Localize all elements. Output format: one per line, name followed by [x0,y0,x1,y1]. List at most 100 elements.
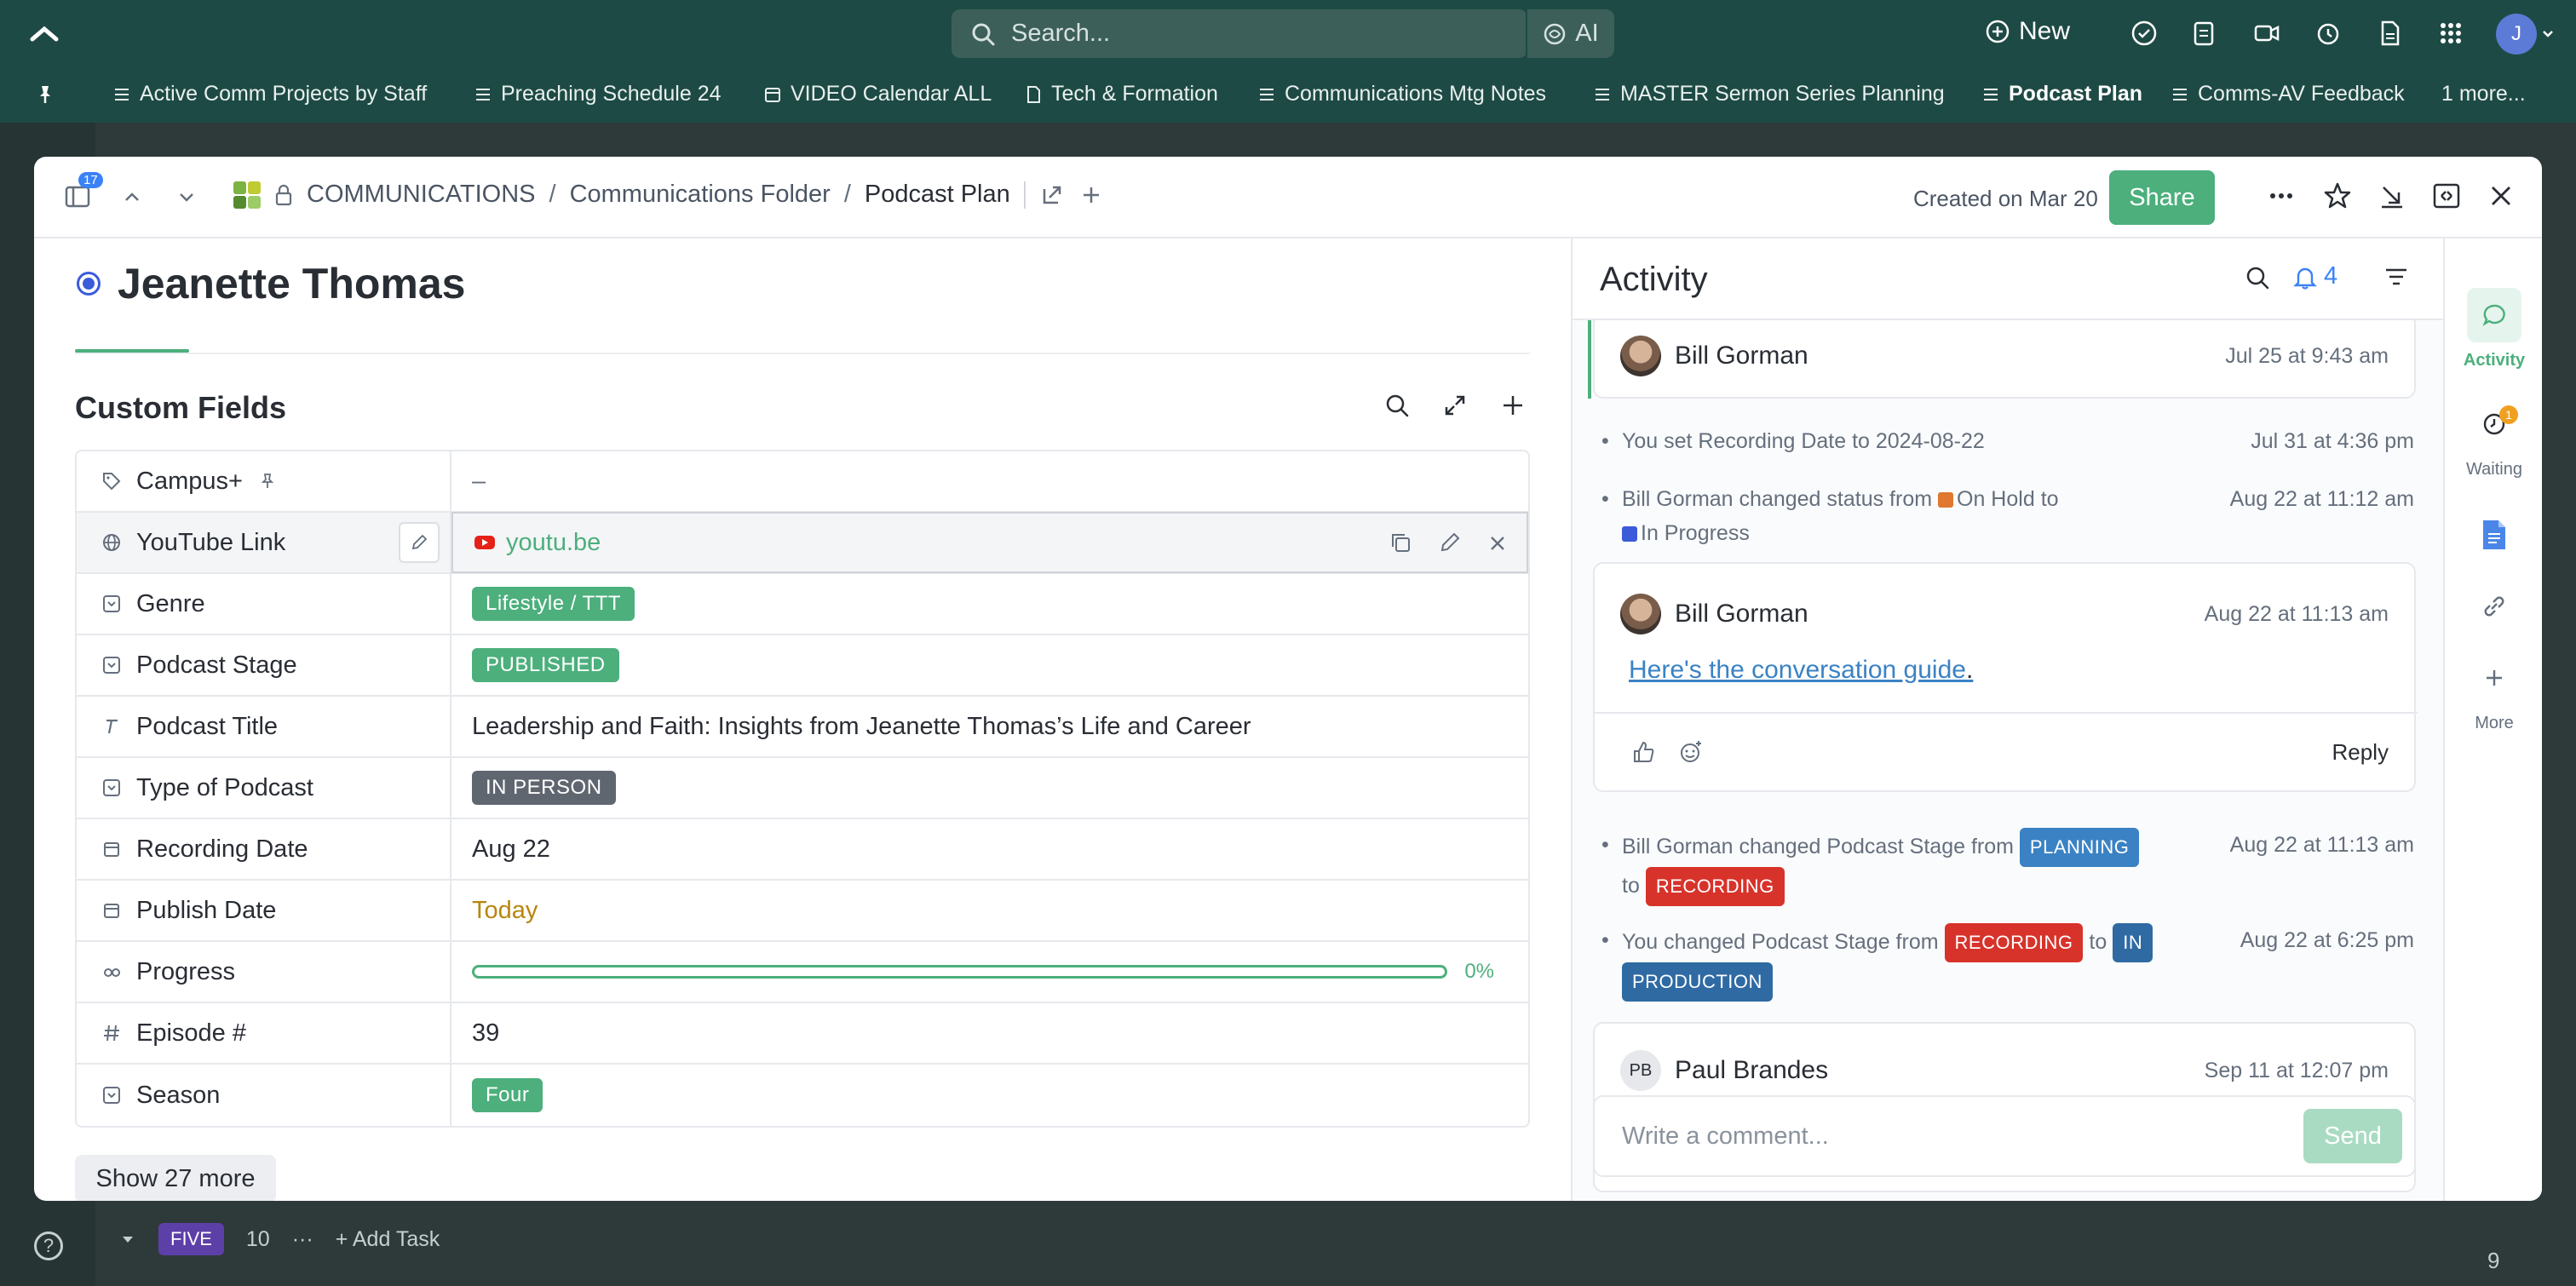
breadcrumb-list[interactable]: Podcast Plan [865,181,1010,209]
field-row-genre: Genre Lifestyle / TTT [77,573,1528,635]
reply-button[interactable]: Reply [2332,739,2389,766]
add-task-button[interactable]: + Add Task [336,1227,440,1252]
clipboard-icon[interactable] [2189,19,2220,49]
new-button[interactable]: New [1985,17,2070,46]
top-bar: Search... AI New J [0,0,2576,68]
expand-icon[interactable] [1441,392,1469,419]
ai-brain-icon [1543,22,1567,46]
breadcrumb-folder[interactable]: Communications Folder [570,181,831,209]
field-row-episode: Episode # 39 [77,1002,1528,1065]
filter-icon[interactable] [2383,266,2409,288]
favorite-item[interactable]: Communications Mtg Notes [1257,82,1546,106]
alarm-clock-icon[interactable] [2314,19,2344,49]
favorite-item[interactable]: Tech & Formation [1024,82,1218,106]
field-name: Episode # [136,1019,246,1047]
clear-icon[interactable] [1487,531,1508,554]
favorite-item[interactable]: Comms-AV Feedback [2171,82,2405,106]
dropdown-field-icon [101,593,123,615]
plus-icon [2467,651,2521,705]
field-name: Progress [136,957,236,985]
search-icon[interactable] [2244,264,2271,291]
chevron-down-icon[interactable] [2540,26,2556,41]
favorite-item[interactable]: Preaching Schedule 24 [474,82,722,106]
calendar-icon [101,899,123,921]
plus-icon[interactable] [1078,182,1104,208]
favorite-item[interactable]: MASTER Sermon Series Planning [1593,82,1945,106]
type-tag: IN PERSON [472,771,616,805]
star-icon[interactable] [2322,181,2353,211]
conversation-guide-link[interactable]: Here's the conversation guide [1629,656,1966,684]
chevron-up-icon[interactable] [119,184,145,210]
status-icon[interactable] [77,272,101,296]
app-logo-icon[interactable] [26,15,63,53]
pin-icon[interactable] [256,470,279,492]
search-bar[interactable]: Search... [952,9,1527,58]
dropdown-field-icon [101,1084,123,1106]
comment-input[interactable]: Write a comment... Send [1593,1095,2416,1177]
event-time: Aug 22 at 6:25 pm [2240,928,2414,952]
group-footer: FIVE 10 ··· + Add Task [119,1223,440,1255]
youtube-link[interactable]: youtu.be [474,529,601,557]
rail-waiting[interactable]: 1 Waiting [2445,397,2542,479]
group-badge[interactable]: FIVE [158,1223,224,1255]
rail-activity[interactable]: Activity [2445,288,2542,370]
bottom-count: 9 [2487,1248,2500,1273]
comment-actions: Reply [1595,712,2418,790]
move-icon[interactable] [1039,182,1065,208]
panel-count-badge: 17 [78,172,103,188]
plus-icon[interactable] [1499,392,1527,419]
chevron-down-icon[interactable] [119,1231,136,1248]
progress-bar [472,965,1448,979]
share-button[interactable]: Share [2109,170,2215,225]
send-button[interactable]: Send [2303,1109,2402,1163]
field-row-title: Podcast Title Leadership and Faith: Insi… [77,696,1528,758]
more-dots-icon[interactable] [2266,181,2297,211]
apps-grid-icon[interactable] [2436,19,2467,49]
field-row-youtube: YouTube Link youtu.be [77,512,1528,574]
minimize-icon[interactable] [2377,181,2407,211]
close-icon[interactable] [2486,181,2516,211]
document-icon[interactable] [2375,19,2406,49]
field-name: Campus+ [136,467,243,495]
edit-pencil-icon[interactable] [399,522,440,563]
comment-card: Bill Gorman Aug 22 at 11:13 am Here's th… [1593,562,2418,792]
notifications-button[interactable]: 4 [2293,262,2337,290]
show-more-button[interactable]: Show 27 more [75,1155,276,1201]
video-icon[interactable] [2252,19,2283,49]
stage-to-pill-cont: PRODUCTION [1622,962,1773,1002]
pin-icon[interactable] [34,83,56,106]
link-icon [2467,579,2521,634]
lock-icon [274,184,293,206]
ai-button[interactable]: AI [1527,9,1614,58]
stage-to-pill: RECORDING [1645,867,1785,906]
rail-more[interactable]: More [2445,651,2542,733]
more-dots-icon[interactable]: ··· [292,1227,313,1252]
favorite-item[interactable]: Active Comm Projects by Staff [112,82,427,106]
field-name: YouTube Link [136,528,286,556]
plus-circle-icon [1985,19,2010,44]
rail-link[interactable] [2445,579,2542,634]
waiting-badge: 1 [2499,405,2518,424]
chevron-down-icon[interactable] [174,184,199,210]
task-title[interactable]: Jeanette Thomas [118,259,465,308]
user-avatar[interactable]: J [2496,14,2537,55]
rail-doc[interactable] [2445,508,2542,562]
status-to: In Progress [1641,521,1750,545]
list-icon [1257,85,1276,104]
stage-tag: PUBLISHED [472,648,619,682]
favorites-more[interactable]: 1 more... [2441,82,2526,106]
thumbs-up-icon[interactable] [1630,739,1656,765]
breadcrumb-space[interactable]: COMMUNICATIONS [307,181,536,209]
breadcrumb-divider [1023,181,1026,209]
check-circle-icon[interactable] [2130,19,2160,49]
copy-icon[interactable] [1389,531,1412,554]
emoji-icon[interactable] [1678,739,1704,765]
favorite-item[interactable]: VIDEO Calendar ALL [763,82,992,106]
comment-time: Sep 11 at 12:07 pm [2204,1058,2389,1082]
help-icon[interactable]: ? [34,1231,63,1260]
favorite-item-active[interactable]: Podcast Plan [1981,82,2142,106]
edit-pencil-icon[interactable] [1438,531,1462,554]
search-icon[interactable] [1383,392,1411,419]
dock-icon[interactable] [2431,181,2462,211]
field-value: – [472,467,486,495]
